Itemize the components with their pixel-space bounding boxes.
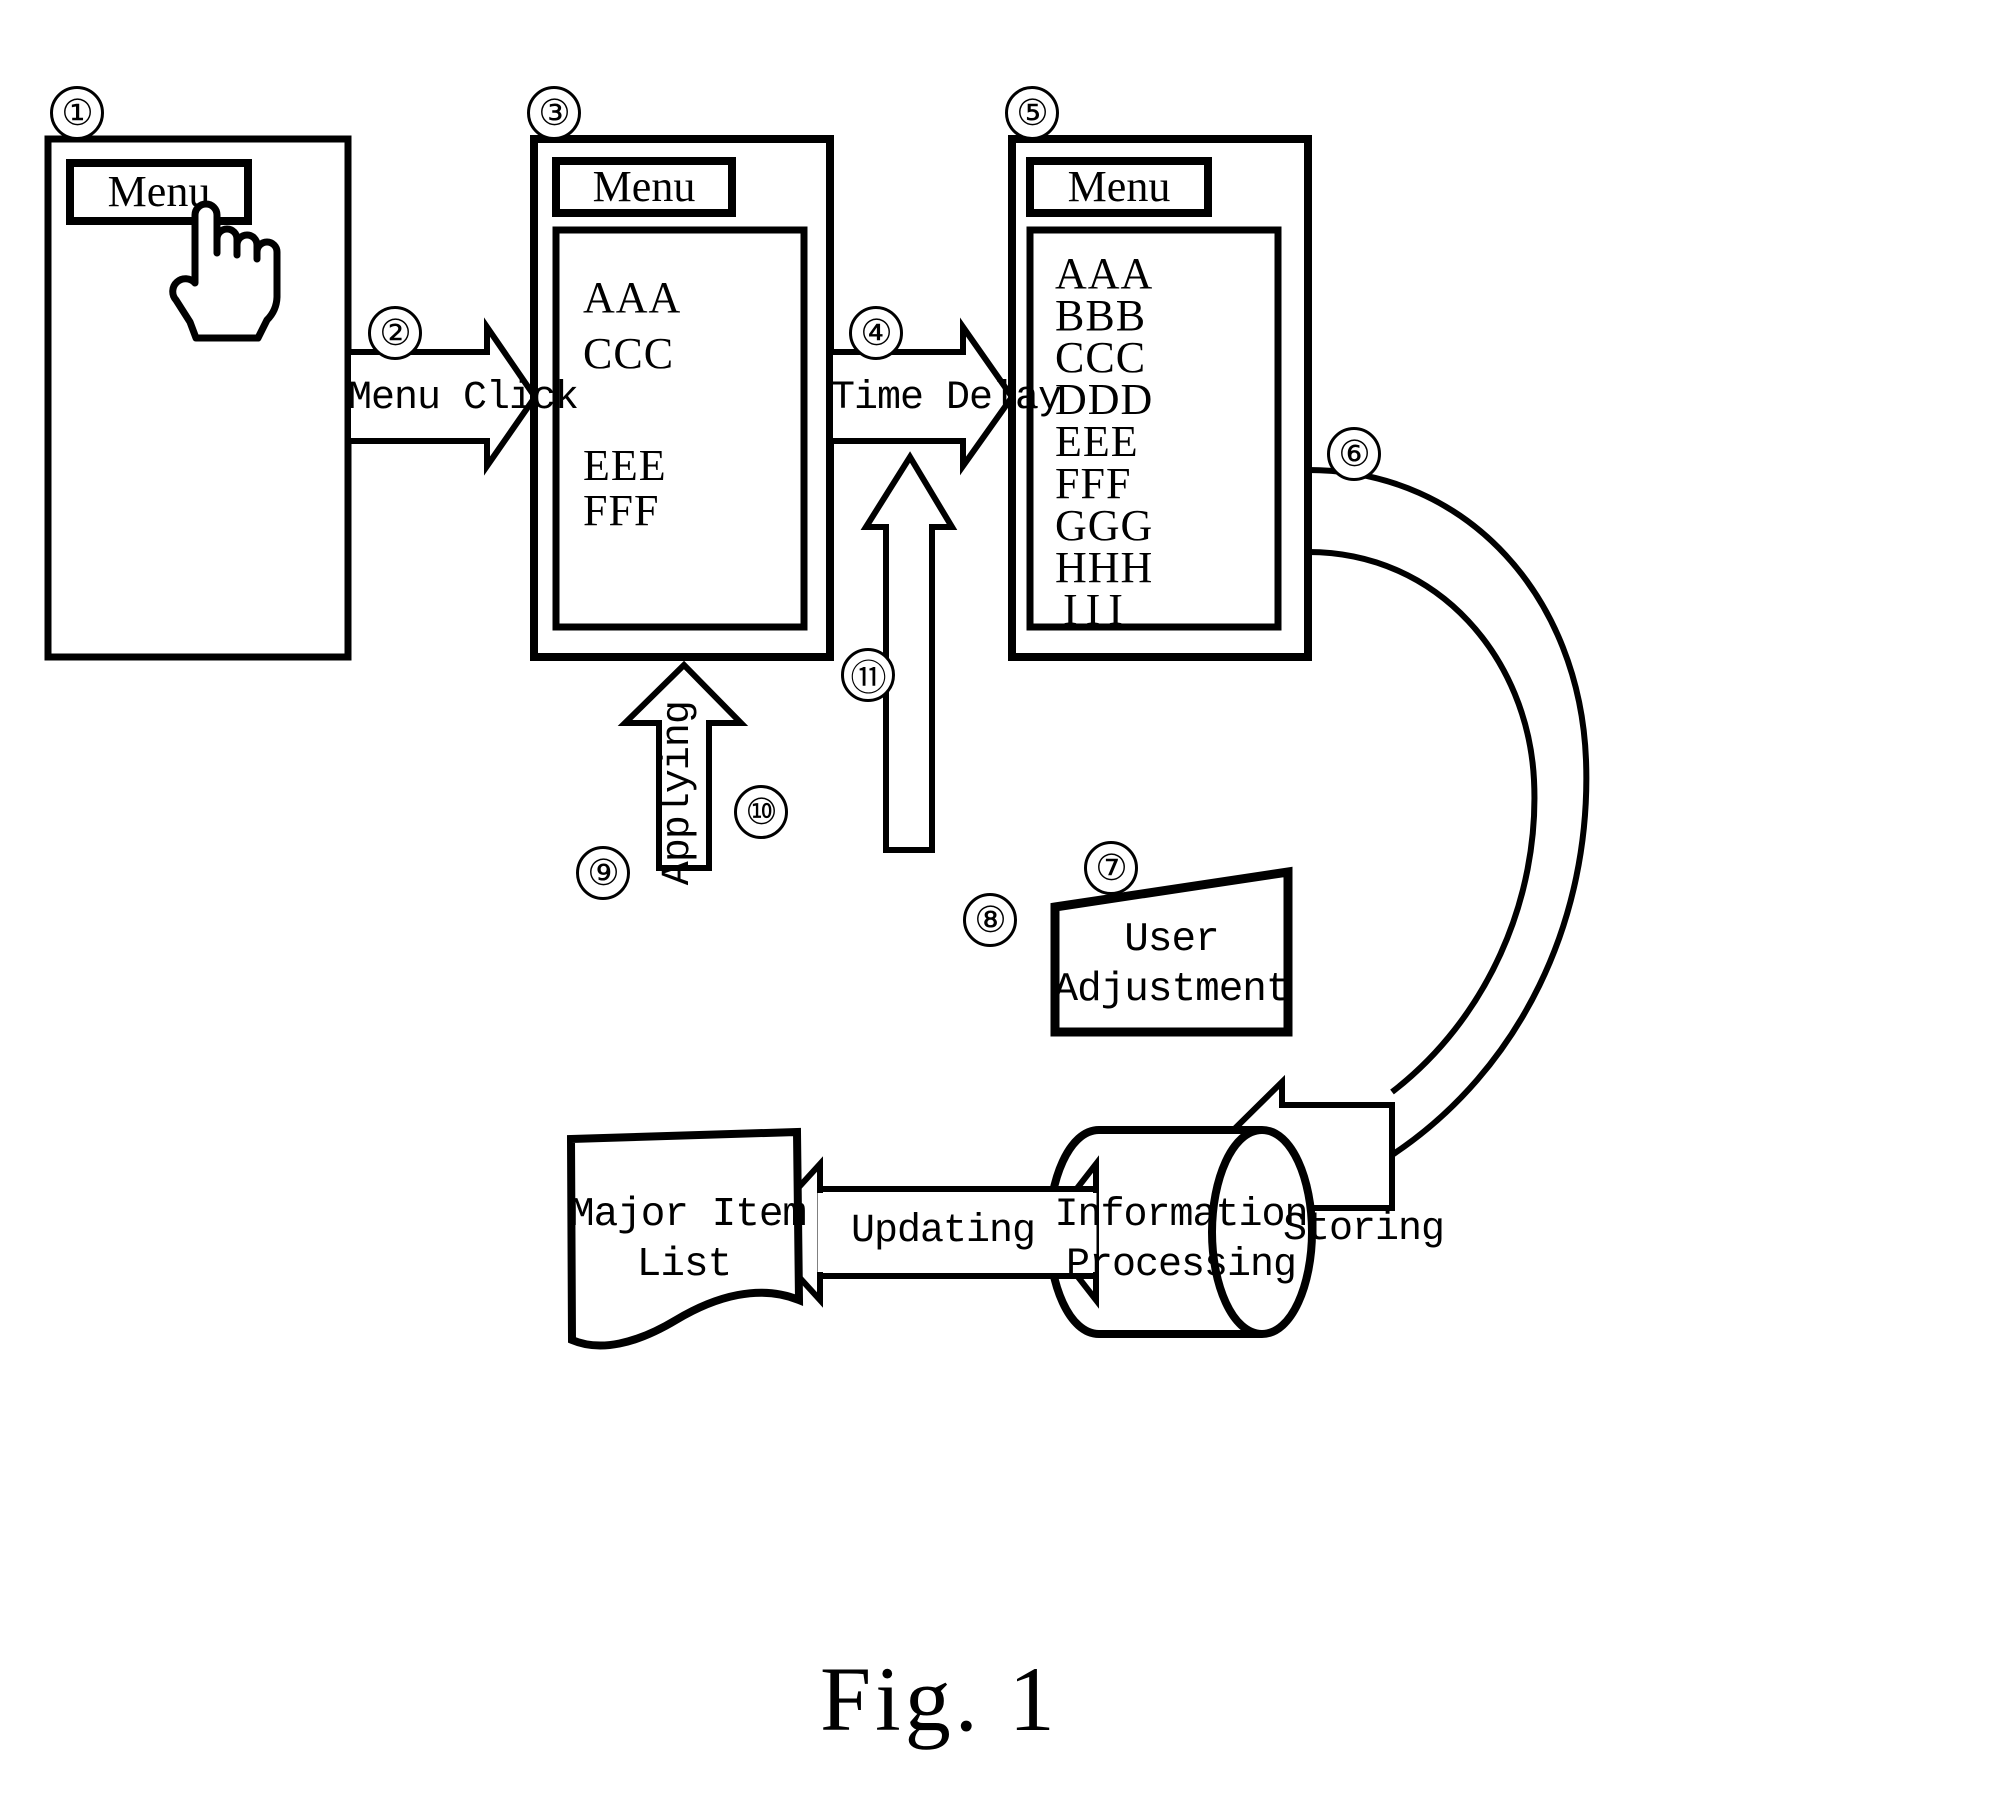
ref-numeral-5: ⑤ xyxy=(1005,86,1059,140)
ref-numeral-1: ① xyxy=(50,86,104,140)
ref-numeral-10: ⑩ xyxy=(734,785,788,839)
applying-label: Applying xyxy=(655,701,701,886)
ref-numeral-2: ② xyxy=(368,306,422,360)
major-item-list-label-line2: List xyxy=(636,1242,732,1288)
screen3-list-item-3[interactable]: EEE xyxy=(583,442,667,490)
user-adjustment-label-line2: Adjustment xyxy=(1053,967,1290,1013)
ref-numeral-11: ⑪ xyxy=(841,648,895,702)
ref-numeral-3: ③ xyxy=(527,86,581,140)
figure-caption: Fig. 1 xyxy=(820,1648,1059,1750)
screen3-list-item-4[interactable]: FFF xyxy=(583,487,659,535)
ref-numeral-9: ⑨ xyxy=(576,846,630,900)
storing-curve-inner xyxy=(1307,549,1538,1095)
screen1-menu-label: Menu xyxy=(107,167,211,216)
ref-numeral-7: ⑦ xyxy=(1084,841,1138,895)
updating-label: Updating xyxy=(851,1209,1036,1254)
information-processing-label-line2: Processing xyxy=(1065,1243,1297,1288)
information-processing-label-line1: Information xyxy=(1054,1193,1308,1238)
storing-curve-outer xyxy=(1307,467,1590,1158)
screen5-list-item-8[interactable]: III xyxy=(1063,586,1131,634)
time-delay-label: Time Delay xyxy=(831,376,1062,421)
ref-numeral-6: ⑥ xyxy=(1327,427,1381,481)
user-adjustment-label-line1: User xyxy=(1124,917,1219,963)
screen3-list-item-1[interactable]: CCC xyxy=(583,330,674,378)
ref-numeral-8: ⑧ xyxy=(963,893,1017,947)
patent-figure: ① ③ ⑤ ② ④ ⑥ ⑦ ⑧ ⑨ ⑩ ⑪ Menu Menu AAA CCC … xyxy=(0,0,2006,1812)
ref-numeral-4: ④ xyxy=(849,306,903,360)
menu-click-label: Menu Click xyxy=(348,376,579,421)
major-item-list-label-line1: Major Item xyxy=(570,1192,807,1238)
screen3-list-item-0[interactable]: AAA xyxy=(583,274,681,322)
screen5-menu-label: Menu xyxy=(1067,162,1171,211)
screen3-menu-label: Menu xyxy=(592,162,696,211)
